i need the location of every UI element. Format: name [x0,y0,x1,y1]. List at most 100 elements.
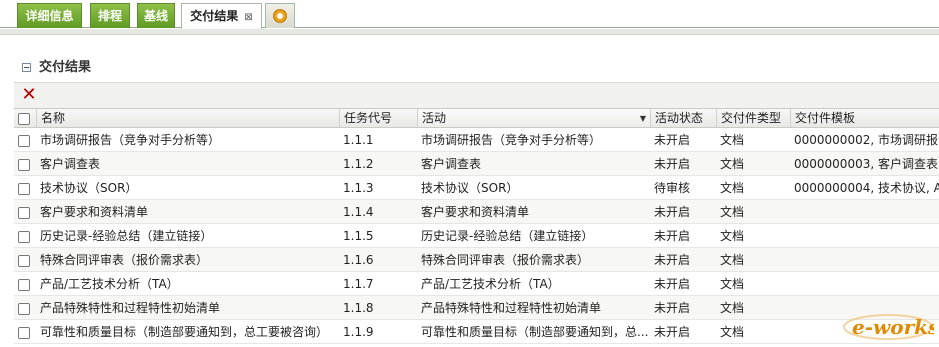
column-header-name[interactable]: 名称 [36,109,339,127]
tab-baseline[interactable]: 基线 [137,3,175,28]
row-checkbox-cell [14,272,36,295]
cell-activity: 历史记录-经验总结（建立链接） [421,229,594,243]
tab-bar: 详细信息 排程 基线 交付结果 ⊠ [0,0,939,29]
deliverables-grid: 名称 任务代号 活动 ▼ 活动状态 交付件类型 交付件模板 市场调研报告（竞争对手… [14,108,939,344]
row-checkbox[interactable] [18,230,30,243]
row-checkbox[interactable] [18,206,30,219]
tab-details[interactable]: 详细信息 [17,3,82,28]
tab-baseline-label: 基线 [143,9,168,23]
column-header-activity-label: 活动 [422,111,447,125]
cell-status: 未开启 [654,253,691,267]
row-checkbox[interactable] [18,158,30,171]
select-all-cell [14,109,36,127]
cell-name: 技术协议（SOR） [40,181,138,195]
cell-code: 1.1.1 [343,133,374,147]
cell-type: 文档 [720,325,745,339]
section-header: − 交付结果 [22,58,91,78]
grid-header: 名称 任务代号 活动 ▼ 活动状态 交付件类型 交付件模板 [14,108,939,128]
row-checkbox-cell [14,176,36,199]
tab-deliverables-label: 交付结果 [190,9,239,23]
cell-status: 未开启 [654,325,691,339]
row-checkbox[interactable] [18,182,30,195]
cell-type: 文档 [720,277,745,291]
tab-schedule[interactable]: 排程 [90,3,130,28]
row-checkbox[interactable] [18,134,30,147]
cell-activity: 市场调研报告（竞争对手分析等） [421,133,602,147]
table-row[interactable]: 客户调查表 1.1.2 客户调查表 未开启 文档 0000000003, 客户调查表, A [14,152,939,176]
row-checkbox-cell [14,320,36,343]
cell-activity: 客户调查表 [421,157,482,171]
cell-activity: 可靠性和质量目标（制造部要通知到，总... [421,325,649,339]
cell-template [790,248,939,271]
cell-activity: 产品/工艺技术分析（TA） [421,277,560,291]
cell-code: 1.1.6 [343,253,374,267]
column-header-activity[interactable]: 活动 ▼ [417,109,650,127]
row-checkbox-cell [14,224,36,247]
tab-details-label: 详细信息 [25,9,74,23]
row-checkbox-cell [14,248,36,271]
section-title: 交付结果 [39,60,92,75]
cell-type: 文档 [720,205,745,219]
cell-status: 未开启 [654,277,691,291]
cell-template: 0000000003, 客户调查表, A [794,157,939,171]
tab-add-button[interactable] [265,3,295,28]
cell-name: 历史记录-经验总结（建立链接） [40,229,213,243]
e-works-watermark: e-works [843,314,934,340]
cell-code: 1.1.7 [343,277,374,291]
cell-template [790,272,939,295]
row-checkbox[interactable] [18,278,30,291]
row-checkbox-cell [14,152,36,175]
cell-code: 1.1.3 [343,181,374,195]
tab-close-icon[interactable]: ⊠ [244,12,252,23]
cell-activity: 技术协议（SOR） [421,181,519,195]
gear-icon [273,9,287,23]
watermark-text: e-works [852,315,934,339]
table-row[interactable]: 技术协议（SOR） 1.1.3 技术协议（SOR） 待审核 文档 0000000004, … [14,176,939,200]
column-header-template[interactable]: 交付件模板 [790,109,939,127]
row-checkbox-cell [14,200,36,223]
cell-status: 未开启 [654,205,691,219]
cell-type: 文档 [720,181,745,195]
cell-type: 文档 [720,301,745,315]
tab-deliverables[interactable]: 交付结果 ⊠ [181,3,262,29]
cell-status: 未开启 [654,133,691,147]
table-row[interactable]: 产品/工艺技术分析（TA） 1.1.7 产品/工艺技术分析（TA） 未开启 文档 [14,272,939,296]
row-checkbox[interactable] [18,326,30,339]
cell-template [790,224,939,247]
tab-schedule-label: 排程 [97,9,122,23]
cell-status: 待审核 [654,181,691,195]
cell-status: 未开启 [654,301,691,315]
table-row[interactable]: 产品特殊特性和过程特性初始清单 1.1.8 产品特殊特性和过程特性初始清单 未开启 文档 [14,296,939,320]
table-row[interactable]: 特殊合同评审表（报价需求表） 1.1.6 特殊合同评审表（报价需求表） 未开启 文档 [14,248,939,272]
cell-template: 0000000002, 市场调研报告 [794,133,939,147]
table-row[interactable]: 市场调研报告（竞争对手分析等） 1.1.1 市场调研报告（竞争对手分析等） 未开启 文档… [14,128,939,152]
select-all-checkbox[interactable] [18,112,30,125]
row-checkbox-cell [14,296,36,319]
cell-status: 未开启 [654,229,691,243]
row-checkbox[interactable] [18,254,30,267]
column-header-type[interactable]: 交付件类型 [716,109,790,127]
cell-type: 文档 [720,133,745,147]
cell-name: 产品/工艺技术分析（TA） [40,277,179,291]
row-checkbox-cell [14,128,36,151]
table-row[interactable]: 客户要求和资料清单 1.1.4 客户要求和资料清单 未开启 文档 [14,200,939,224]
table-row[interactable]: 历史记录-经验总结（建立链接） 1.1.5 历史记录-经验总结（建立链接） 未开启 文档 [14,224,939,248]
cell-activity: 客户要求和资料清单 [421,205,530,219]
cell-code: 1.1.2 [343,157,374,171]
cell-code: 1.1.8 [343,301,374,315]
column-header-status[interactable]: 活动状态 [650,109,716,127]
cell-type: 文档 [720,229,745,243]
tab-strip [0,29,939,35]
column-header-code[interactable]: 任务代号 [339,109,417,127]
cell-code: 1.1.4 [343,205,374,219]
table-row[interactable]: 可靠性和质量目标（制造部要通知到，总工要被咨询） 1.1.9 可靠性和质量目标（制造… [14,320,939,344]
delete-icon[interactable]: ✕ [20,86,38,104]
cell-code: 1.1.5 [343,229,374,243]
column-menu-icon[interactable]: ▼ [640,109,646,127]
cell-name: 市场调研报告（竞争对手分析等） [40,133,221,147]
cell-name: 产品特殊特性和过程特性初始清单 [40,301,221,315]
cell-name: 特殊合同评审表（报价需求表） [40,253,209,267]
collapse-icon[interactable]: − [22,63,31,72]
row-checkbox[interactable] [18,302,30,315]
cell-name: 可靠性和质量目标（制造部要通知到，总工要被咨询） [40,325,329,339]
